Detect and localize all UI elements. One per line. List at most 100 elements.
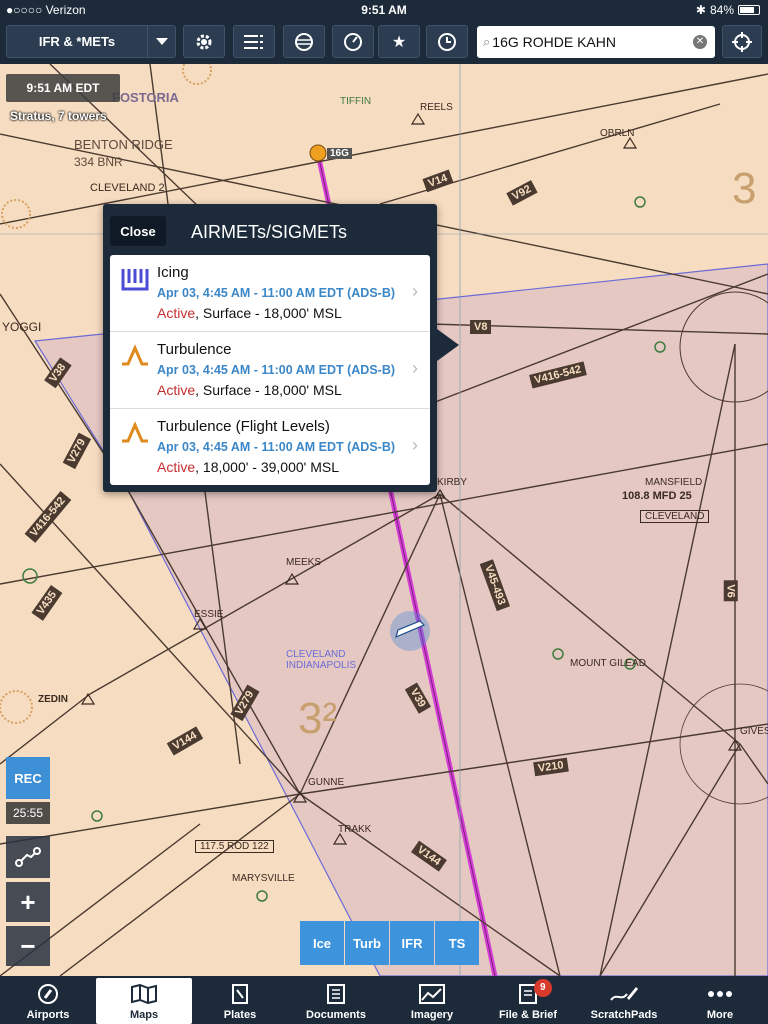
search-field[interactable]: ⌕ ✕ — [477, 26, 715, 58]
map-label-16g[interactable]: 16G — [327, 148, 352, 159]
weather-filter-bar: Ice Turb IFR TS — [300, 921, 479, 965]
map-label-cleveland2: CLEVELAND 2 — [90, 182, 165, 194]
map-label-reels: REELS — [420, 102, 453, 113]
tab-bar: Airports Maps Plates Documents Imagery F… — [0, 976, 768, 1024]
tab-airports[interactable]: Airports — [0, 976, 96, 1024]
zoom-out-button[interactable]: − — [6, 926, 50, 966]
filter-turb-button[interactable]: Turb — [345, 921, 389, 965]
airway-label: V8 — [470, 320, 492, 334]
map-label-grid-32: 3² — [298, 694, 338, 743]
search-icon: ⌕ — [483, 34, 491, 49]
map-label-mansfield-cleveland: CLEVELAND — [640, 510, 710, 523]
active-label: Active — [157, 382, 196, 398]
chevron-right-icon: › — [412, 281, 418, 301]
tab-plates[interactable]: Plates — [192, 976, 288, 1024]
map-view[interactable]: FOSTORIA BENTON RIDGE 334 BNR CLEVELAND … — [0, 64, 768, 976]
item-name: Turbulence (Flight Levels) — [157, 418, 330, 435]
battery-percent: 84% — [709, 3, 734, 17]
list-item[interactable]: Turbulence Apr 03, 4:45 AM - 11:00 AM ED… — [110, 332, 430, 409]
map-label-gunne: GUNNE — [308, 777, 345, 788]
airway-label: V6 — [723, 580, 738, 602]
clock-icon — [438, 32, 456, 51]
status-bar: ●○○○○ Verizon 9:51 AM ✱ 84% — [0, 0, 768, 20]
map-label-artcc-boundary: CLEVELAND INDIANAPOLIS — [286, 649, 357, 671]
icing-icon — [121, 269, 149, 291]
map-label-rod: 117.5 ROD 122 — [195, 840, 274, 853]
tab-file-brief[interactable]: File & Brief 9 — [480, 976, 576, 1024]
favorites-button[interactable]: ★ — [378, 25, 420, 58]
map-label-tiffin: TIFFIN — [340, 96, 372, 107]
star-icon: ★ — [391, 33, 407, 51]
active-label: Active — [157, 459, 196, 475]
altitude-range: , 18,000' - 39,000' MSL — [195, 459, 340, 475]
top-toolbar: IFR & *METs ★ ⌕ ✕ — [0, 20, 768, 64]
tab-more[interactable]: More — [672, 976, 768, 1024]
item-status: Active, 18,000' - 39,000' MSL — [157, 459, 339, 475]
globe-button[interactable] — [283, 25, 325, 58]
timer-button[interactable] — [426, 25, 468, 58]
locate-button[interactable] — [722, 25, 762, 58]
chevron-down-icon — [147, 26, 175, 57]
map-label-mansfield: MANSFIELD — [645, 477, 703, 488]
filter-ifr-button[interactable]: IFR — [390, 921, 434, 965]
map-label-mansfield-freq: 108.8 MFD 25 — [622, 490, 692, 502]
time-chip: 9:51 AM EDT — [6, 74, 120, 102]
documents-icon — [325, 981, 347, 1007]
route-button[interactable] — [6, 836, 50, 878]
item-time: Apr 03, 4:45 AM - 11:00 AM EDT (ADS-B) — [157, 440, 396, 454]
popover-arrow — [437, 329, 459, 361]
plates-icon — [231, 981, 249, 1007]
popover-title: AIRMETs/SIGMETs — [191, 222, 348, 242]
list-button[interactable] — [233, 25, 275, 58]
clear-icon[interactable]: ✕ — [693, 35, 707, 49]
map-label-meeks: MEEKS — [286, 557, 322, 568]
close-button[interactable]: Close — [110, 216, 166, 246]
turbulence-icon — [122, 344, 148, 366]
route-icon — [15, 847, 41, 867]
map-label-kirby: KIRBY — [437, 477, 468, 488]
scratchpads-icon — [609, 981, 639, 1007]
map-label-marysville: MARYSVILLE — [232, 873, 295, 884]
item-time: Apr 03, 4:45 AM - 11:00 AM EDT (ADS-B) — [157, 363, 396, 377]
map-label-mount-gilead: MOUNT GILEAD — [570, 658, 646, 669]
record-timer: 25:55 — [6, 802, 50, 824]
notification-badge: 9 — [533, 979, 552, 997]
layer-select[interactable]: IFR & *METs — [6, 25, 176, 58]
map-label-zedin: ZEDIN — [38, 694, 68, 705]
imagery-icon — [419, 981, 445, 1007]
tab-imagery[interactable]: Imagery — [384, 976, 480, 1024]
map-label-obrln: OBRLN — [600, 128, 635, 139]
filter-ice-button[interactable]: Ice — [300, 921, 344, 965]
tab-label: Plates — [223, 1009, 257, 1021]
filter-ts-button[interactable]: TS — [435, 921, 479, 965]
search-input[interactable] — [492, 34, 683, 50]
bluetooth-icon: ✱ — [695, 3, 706, 17]
instruments-button[interactable] — [332, 25, 374, 58]
stratus-status: Stratus, 7 towers — [10, 109, 107, 123]
map-label-trakk: TRAKK — [338, 824, 372, 835]
list-item[interactable]: Turbulence (Flight Levels) Apr 03, 4:45 … — [110, 409, 430, 486]
map-label-gives: GIVES — [740, 726, 768, 737]
layer-select-label: IFR & *METs — [38, 34, 116, 49]
tab-label: ScratchPads — [590, 1009, 658, 1021]
chevron-right-icon: › — [412, 435, 418, 455]
settings-button[interactable] — [183, 25, 225, 58]
item-name: Turbulence — [157, 341, 232, 358]
airmet-list: Icing Apr 03, 4:45 AM - 11:00 AM EDT (AD… — [110, 255, 430, 485]
list-icon — [244, 34, 263, 49]
tab-scratchpads[interactable]: ScratchPads — [576, 976, 672, 1024]
tab-documents[interactable]: Documents — [288, 976, 384, 1024]
item-name: Icing — [157, 264, 189, 281]
airports-icon — [37, 981, 59, 1007]
altitude-range: , Surface - 18,000' MSL — [195, 305, 342, 321]
gauge-icon — [344, 32, 362, 51]
battery-icon — [738, 5, 760, 15]
maps-icon — [131, 981, 157, 1007]
record-button[interactable]: REC — [6, 757, 50, 799]
chevron-right-icon: › — [412, 358, 418, 378]
list-item[interactable]: Icing Apr 03, 4:45 AM - 11:00 AM EDT (AD… — [110, 255, 430, 332]
zoom-in-button[interactable]: + — [6, 882, 50, 922]
turbulence-icon — [122, 421, 148, 443]
tab-label: Documents — [306, 1009, 366, 1021]
tab-maps[interactable]: Maps — [96, 978, 192, 1024]
